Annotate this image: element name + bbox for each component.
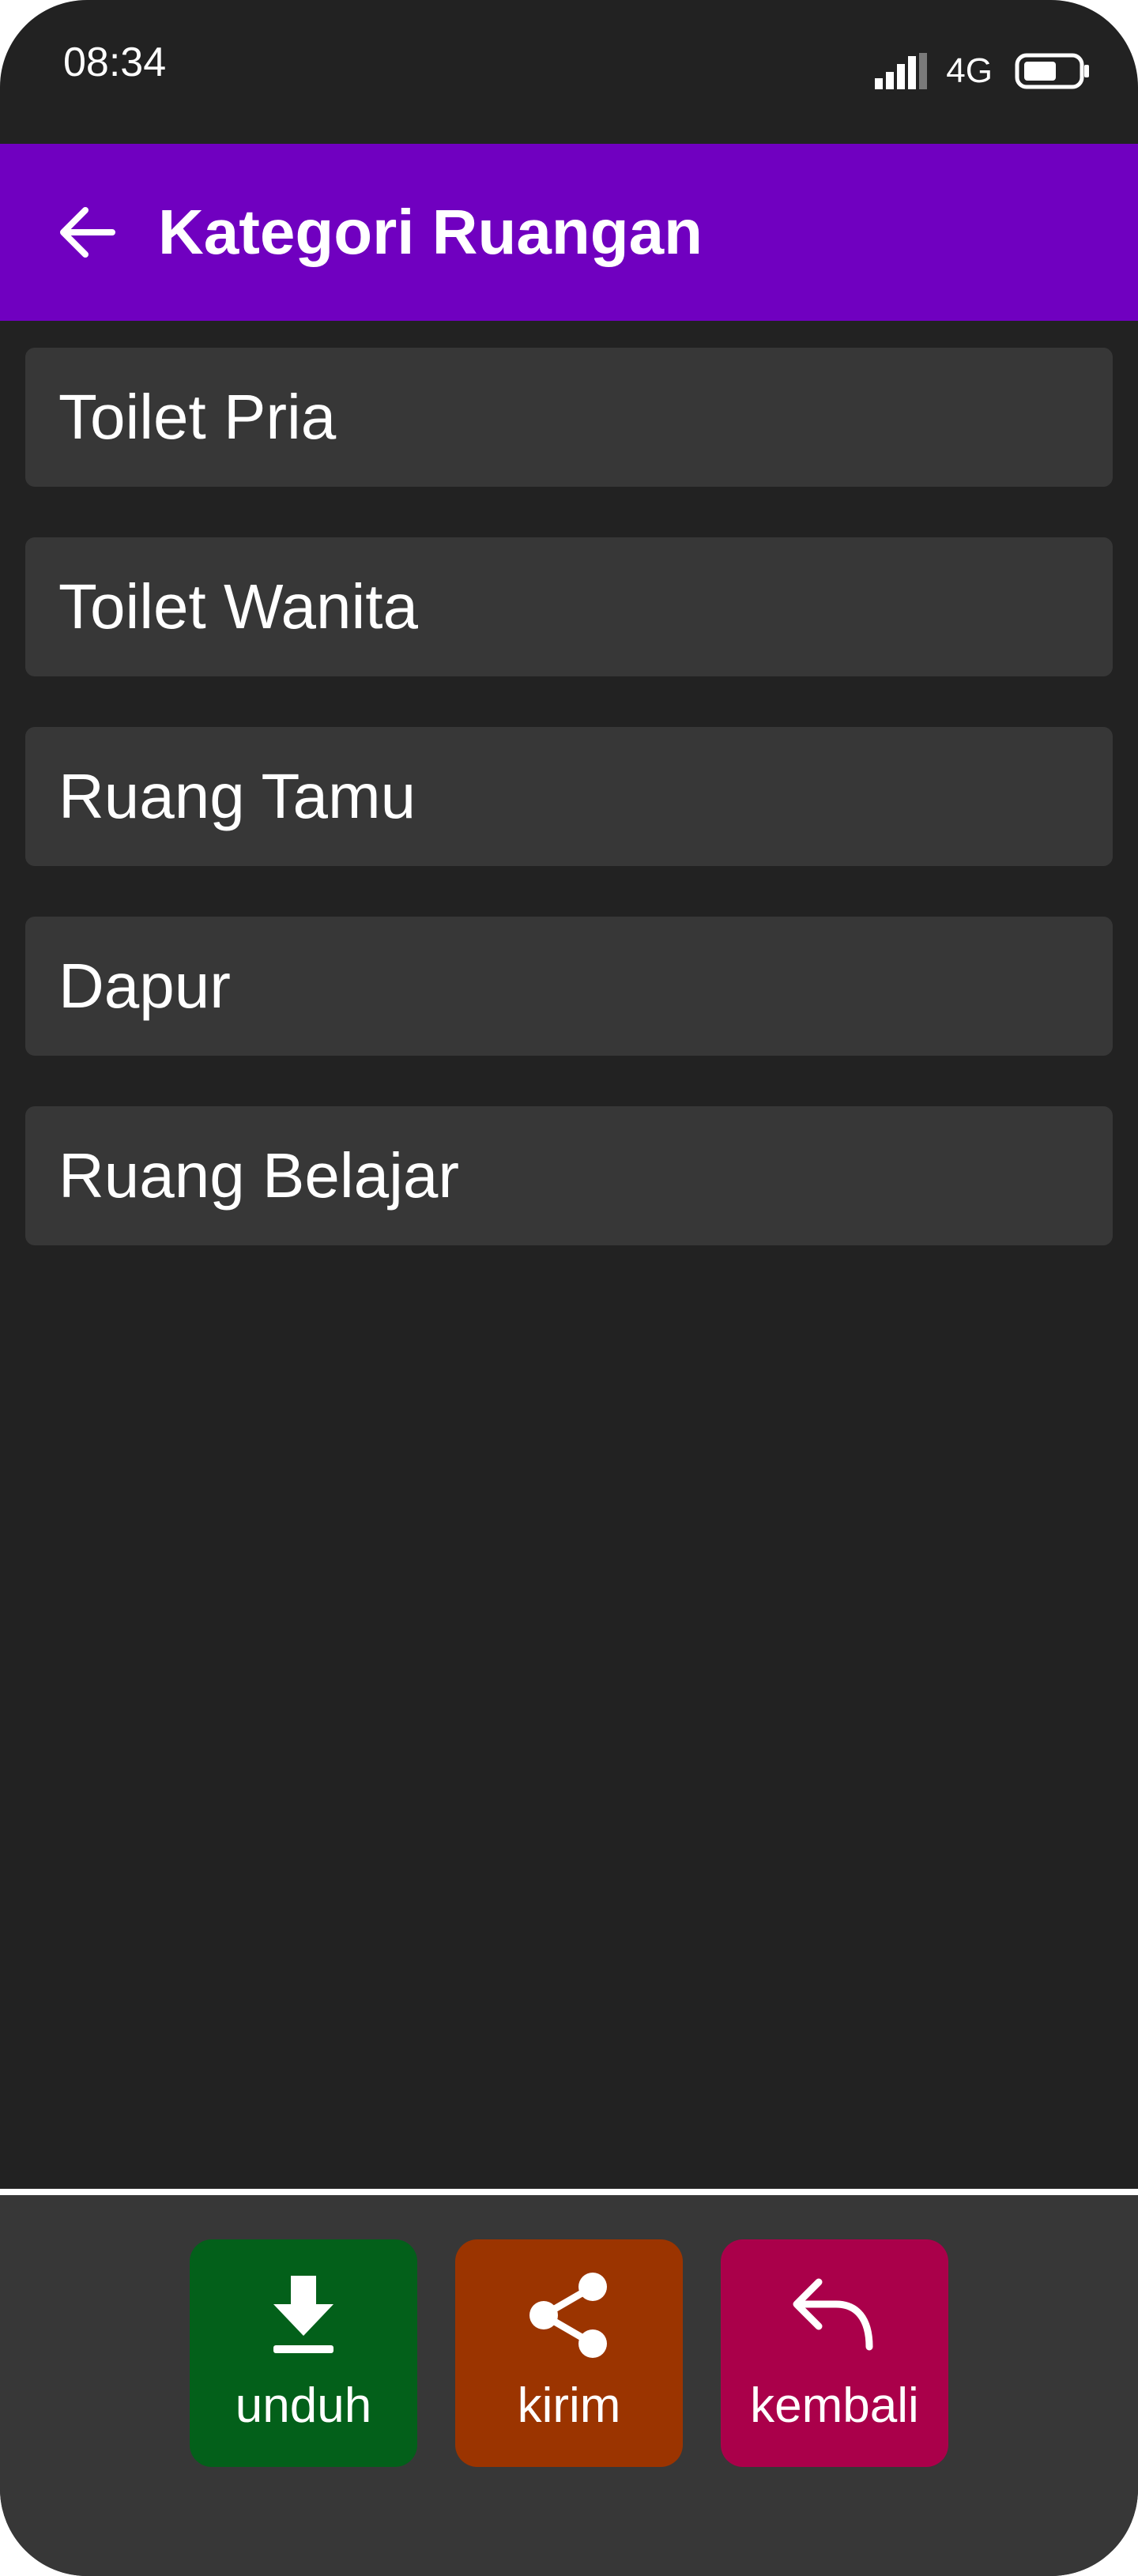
battery-icon (1015, 53, 1089, 89)
category-item[interactable]: Ruang Tamu (25, 727, 1113, 866)
return-button[interactable]: kembali (721, 2239, 948, 2467)
download-button[interactable]: unduh (190, 2239, 417, 2467)
network-type: 4G (946, 51, 993, 90)
arrow-left-icon (60, 207, 115, 258)
download-icon (273, 2276, 333, 2353)
share-label: kirim (517, 2378, 621, 2433)
return-label: kembali (750, 2378, 919, 2433)
category-item[interactable]: Toilet Wanita (25, 537, 1113, 676)
share-icon (529, 2273, 607, 2358)
bottom-divider (0, 2189, 1138, 2195)
reply-icon (793, 2278, 873, 2351)
signal-icon (875, 53, 928, 89)
status-indicators: 4G (875, 47, 1091, 95)
page-title: Kategori Ruangan (158, 197, 703, 267)
category-list: Toilet Pria Toilet Wanita Ruang Tamu Dap… (25, 348, 1113, 1296)
status-bar: 08:34 4G (0, 0, 1138, 144)
share-button[interactable]: kirim (455, 2239, 683, 2467)
app-bar: Kategori Ruangan (0, 144, 1138, 321)
category-item[interactable]: Toilet Pria (25, 348, 1113, 487)
back-button[interactable] (49, 199, 125, 266)
status-time: 08:34 (63, 40, 167, 85)
download-label: unduh (235, 2378, 372, 2433)
category-item[interactable]: Dapur (25, 917, 1113, 1056)
phone-screen: 08:34 4G Kategori Ruangan Toilet Pria To… (0, 0, 1138, 2576)
category-item[interactable]: Ruang Belajar (25, 1106, 1113, 1245)
